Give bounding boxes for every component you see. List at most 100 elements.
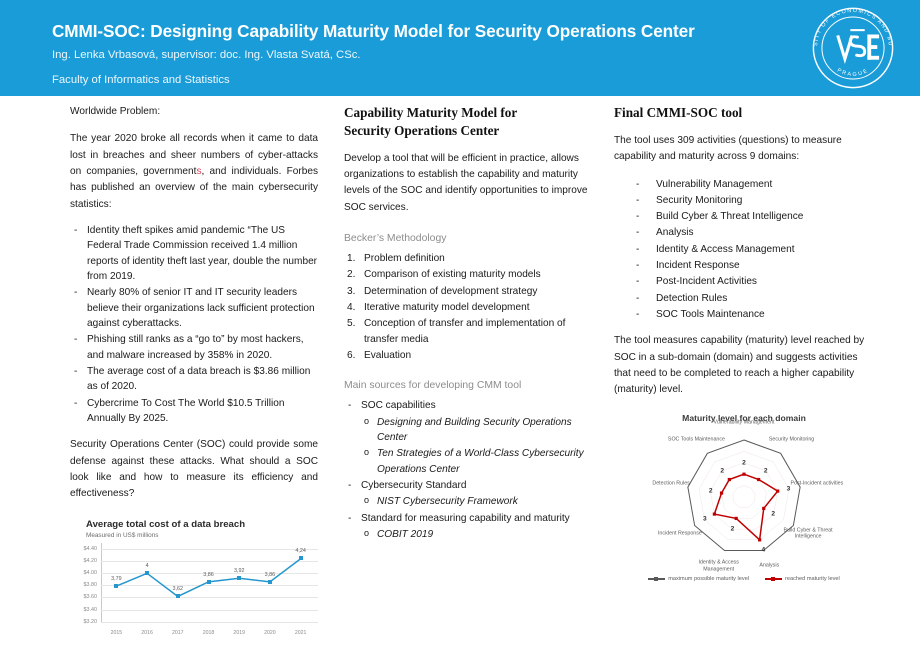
domains-list: Vulnerability Management Security Monito… [614, 177, 874, 323]
list-item: Evaluation [347, 348, 412, 364]
chart-x-tick-label: 2018 [202, 629, 215, 636]
radar-data-point [757, 538, 762, 542]
list-item: Identity & Access Management [614, 242, 874, 258]
chart-series-line [116, 557, 302, 598]
radar-axis-label: Build Cyber & Threat Intelligence [783, 527, 833, 540]
list-item: Phishing still ranks as a “go to” by mos… [70, 332, 318, 363]
right-intro-paragraph: The tool uses 309 activities (questions)… [614, 134, 842, 163]
radar-data-point [727, 477, 731, 481]
legend-swatch [765, 576, 783, 582]
mid-sources-label: Main sources for developing CMM tool [344, 380, 522, 392]
radar-data-label: 3 [703, 515, 707, 523]
radar-axis-label: Analysis [759, 563, 780, 570]
chart-data-label: 4 [145, 563, 149, 570]
chart-data-label: 3,79 [111, 575, 122, 582]
radar-data-label: 3 [786, 485, 791, 493]
radar-axis-label: Security Monitoring [768, 436, 815, 443]
poster-faculty: Faculty of Informatics and Statistics [52, 74, 230, 86]
list-item: Nearly 80% of senior IT and IT security … [70, 285, 318, 331]
list-item: Standard for measuring capability and ma… [344, 511, 592, 527]
list-item: Security Monitoring [614, 193, 874, 209]
left-statistics-list: Identity theft spikes amid pandemic “The… [70, 223, 318, 426]
radar-axis-label: Detection Rules [652, 480, 690, 487]
radar-data-label: 2 [720, 467, 725, 475]
left-intro-paragraph: The year 2020 broke all records when it … [70, 131, 318, 213]
list-item: Analysis [614, 225, 874, 241]
mid-methodology-label: Becker’s Methodology [344, 233, 447, 244]
right-heading: Final CMMI-SOC tool [614, 105, 743, 120]
radar-gridline [732, 485, 756, 508]
chart-subtitle: Measured in US$ millions [86, 531, 159, 539]
list-item: NIST Cybersecurity Framework [362, 494, 592, 509]
sources-sublist: Designing and Building Security Operatio… [362, 415, 592, 477]
chart-data-point [175, 594, 180, 599]
mid-heading: Capability Maturity Model for Security O… [344, 104, 592, 140]
radar-data-point [742, 472, 746, 476]
left-heading: Worldwide Problem: [70, 106, 161, 117]
chart-data-point [114, 583, 119, 588]
list-item: Conception of transfer and implementatio… [347, 316, 566, 345]
chart-data-point [206, 579, 211, 584]
chart-data-label: 4,24 [295, 548, 306, 555]
right-outro-paragraph: The tool measures capability (maturity) … [614, 335, 865, 396]
radar-data-point [776, 489, 780, 493]
radar-axis-label: SOC Tools Maintenance [667, 436, 725, 443]
poster-title: CMMI-SOC: Designing Capability Maturity … [52, 21, 695, 41]
poster-authors: Ing. Lenka Vrbasová, supervisor: doc. In… [52, 49, 361, 61]
radar-plot-area: Vulnerability Management 2 Security Monito… [614, 420, 874, 575]
radar-axis-label: Incident Response [657, 530, 702, 537]
methodology-steps-list: Problem definition Comparison of existin… [344, 251, 592, 364]
poster-header: CMMI-SOC: Designing Capability Maturity … [0, 0, 920, 96]
left-closing-paragraph: Security Operations Center (SOC) could p… [70, 439, 318, 500]
radar-data-point [757, 477, 761, 481]
radar-svg [687, 439, 801, 551]
list-item: Identity theft spikes amid pandemic “The… [70, 223, 318, 284]
university-logo-icon: UNIVERSITY OF ECONOMICS AND BUSINESS PRA… [808, 3, 894, 89]
chart-x-tick-label: 2019 [233, 629, 245, 636]
list-item: Cybersecurity Standard [344, 478, 592, 494]
list-item: Problem definition [347, 251, 445, 267]
radar-data-point [719, 491, 724, 495]
poster-canvas: CMMI-SOC: Designing Capability Maturity … [0, 0, 920, 651]
chart-x-tick-label: 2020 [264, 629, 276, 636]
radar-data-point [712, 512, 716, 516]
radar-data-label: 2 [771, 510, 776, 518]
radar-data-label: 2 [742, 459, 746, 467]
radar-data-label: 2 [708, 487, 713, 495]
chart-x-tick-label: 2017 [172, 629, 184, 636]
list-item: Incident Response [614, 258, 874, 274]
list-item: Comparison of existing maturity models [347, 267, 541, 283]
sources-sublist: COBIT 2019 [362, 527, 592, 542]
chart-x-tick-label: 2016 [141, 629, 153, 636]
data-breach-cost-chart: Average total cost of a data breach Meas… [70, 519, 330, 639]
radar-data-point [762, 506, 766, 510]
chart-legend: maximum possible maturity level reached … [614, 576, 874, 582]
list-item: Build Cyber & Threat Intelligence [614, 209, 874, 225]
radar-axis-label: Post-Incident activities [790, 480, 844, 487]
list-item: Ten Strategies of a World-Class Cybersec… [362, 446, 592, 477]
list-item: SOC Tools Maintenance [614, 307, 874, 323]
chart-data-label: 3,62 [172, 586, 184, 593]
chart-data-label: 3,92 [233, 567, 245, 574]
list-item: SOC capabilities [344, 398, 592, 414]
chart-data-label: 3,86 [203, 571, 214, 578]
chart-title: Average total cost of a data breach [86, 518, 246, 530]
chart-data-point [145, 571, 150, 576]
chart-data-point [298, 556, 303, 561]
chart-x-tick-label: 2015 [110, 629, 123, 636]
list-item: COBIT 2019 [362, 527, 592, 542]
chart-plot-area: $3.20 $3.40 $3.60 $3.80 $4.00 $4.20 $4.40 3,79 2… [70, 542, 322, 636]
list-item: Iterative maturity model development [347, 300, 530, 316]
radar-data-point [734, 516, 738, 520]
sources-list: SOC capabilities Designing and Building … [344, 398, 592, 542]
list-item: Designing and Building Security Operatio… [362, 415, 592, 446]
radar-data-label: 2 [763, 467, 768, 475]
legend-item-reached: reached maturity level [765, 576, 840, 582]
list-item: The average cost of a data breach is $3.… [70, 364, 318, 395]
chart-data-point [237, 575, 242, 580]
mid-heading-line1: Capability Maturity Model for [344, 105, 518, 120]
sources-sublist: NIST Cybersecurity Framework [362, 494, 592, 509]
column-right: Final CMMI-SOC tool The tool uses 309 ac… [614, 104, 874, 588]
column-middle: Capability Maturity Model for Security O… [344, 104, 592, 543]
chart-data-point [267, 579, 272, 584]
